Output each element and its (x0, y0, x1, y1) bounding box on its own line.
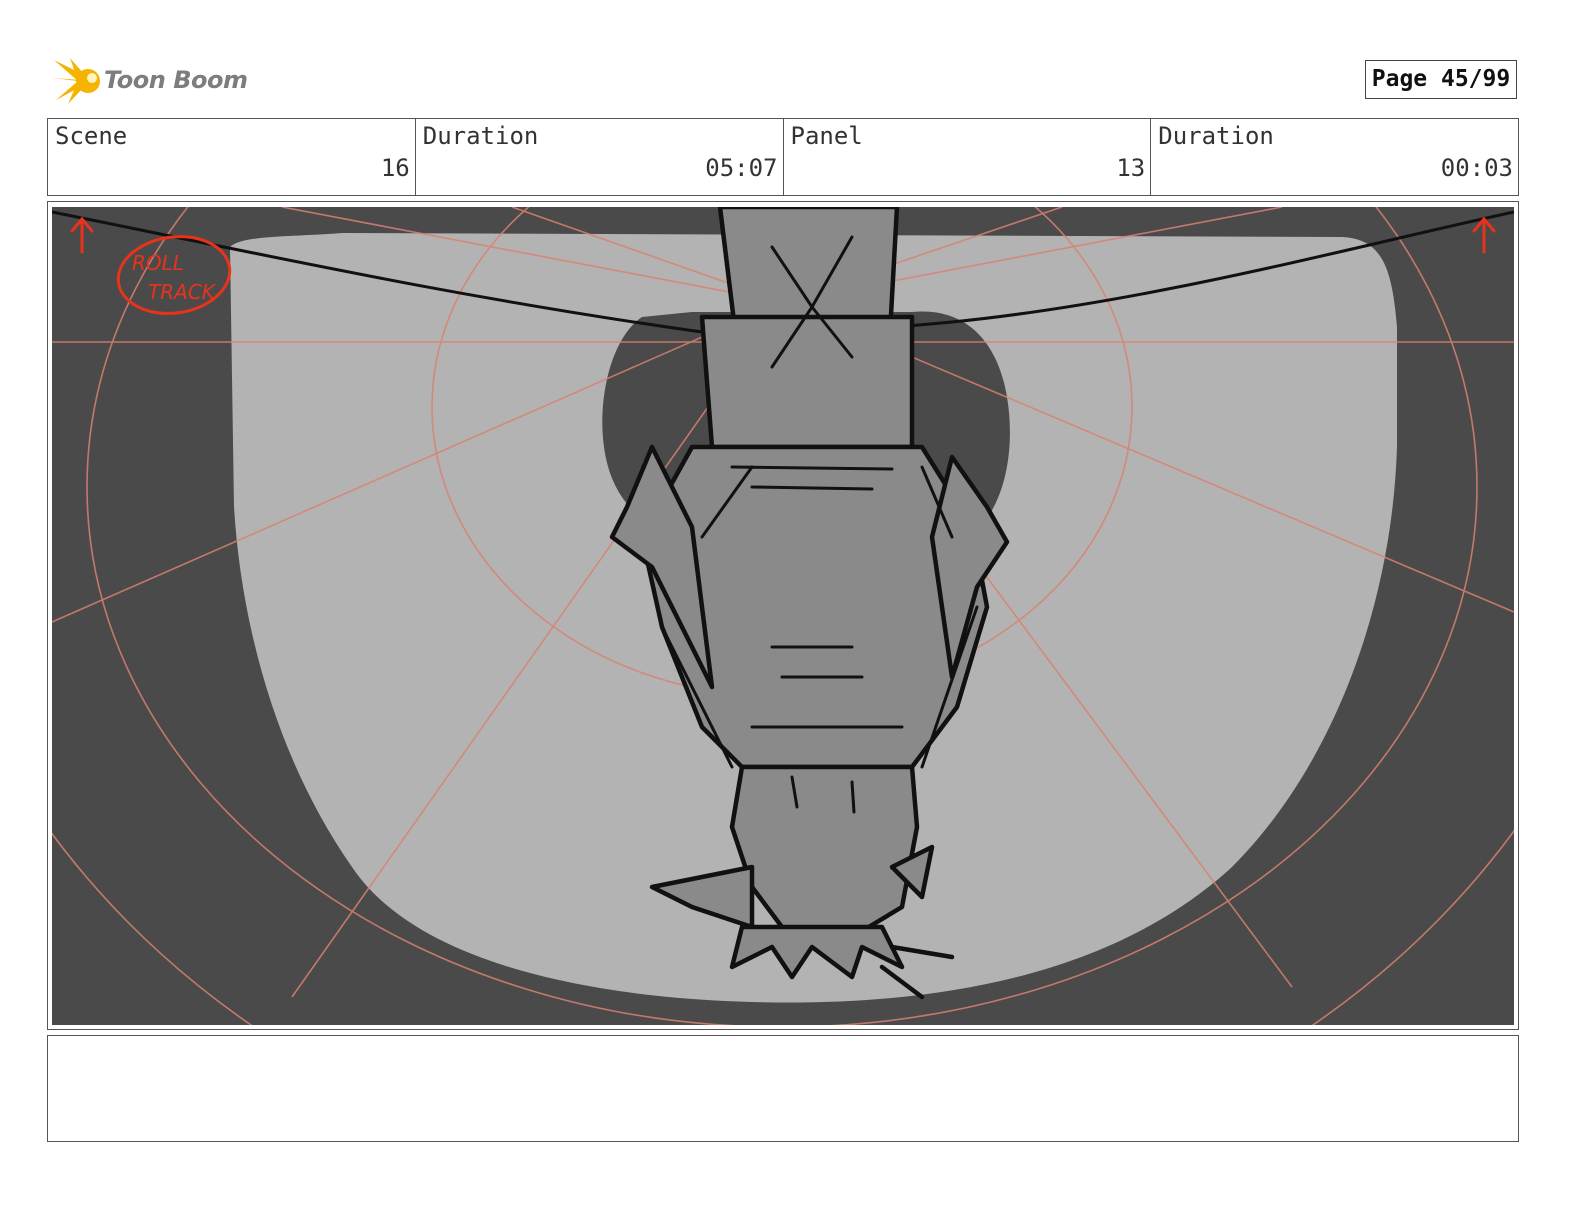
panel-duration-cell: Duration 00:03 (1151, 119, 1518, 195)
page-number: Page 45/99 (1365, 60, 1517, 99)
scene-cell: Scene 16 (48, 119, 416, 195)
storyboard-drawing: ROLL TRACK (52, 207, 1514, 1025)
scene-duration-value: 05:07 (705, 154, 778, 182)
panel-duration-label: Duration (1158, 122, 1274, 150)
annotation-line2: TRACK (148, 280, 217, 304)
toon-boom-logo: Toon Boom (52, 56, 252, 106)
scene-duration-label: Duration (422, 122, 539, 150)
panel-duration-value: 00:03 (1440, 154, 1513, 182)
scene-duration-cell: Duration 05:07 (416, 119, 784, 195)
scene-value: 16 (380, 154, 410, 182)
panel-label: Panel (790, 122, 863, 150)
scene-info-row: Scene 16 Duration 05:07 Panel 13 Duratio… (47, 118, 1519, 196)
panel-notes-box[interactable] (47, 1035, 1519, 1142)
sunburst-icon (52, 58, 100, 104)
panel-cell: Panel 13 (784, 119, 1152, 195)
storyboard-panel-frame: ROLL TRACK (47, 201, 1519, 1030)
annotation-line1: ROLL (132, 251, 184, 275)
scene-label: Scene (55, 122, 128, 150)
panel-value: 13 (1116, 154, 1146, 182)
logo-wordmark: Toon Boom (104, 66, 248, 94)
